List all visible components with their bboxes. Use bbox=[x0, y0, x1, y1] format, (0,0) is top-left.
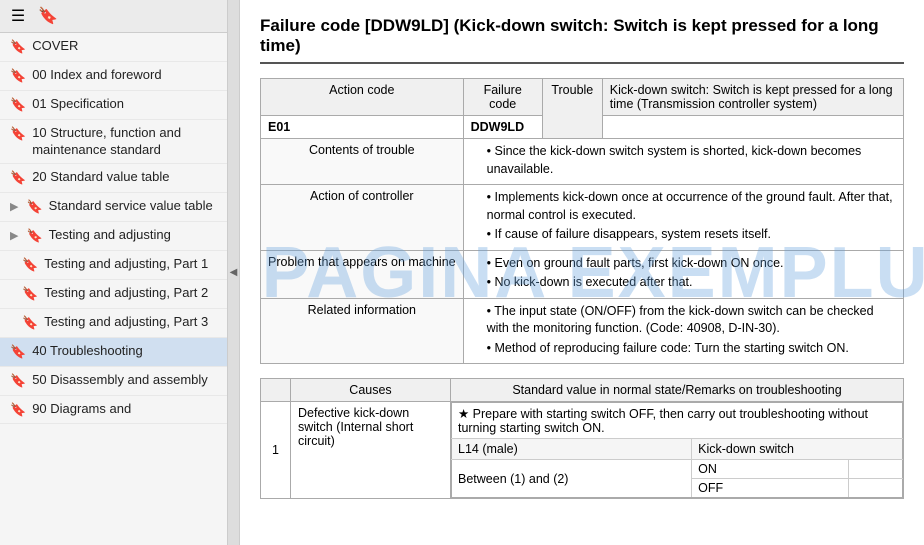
nav-bookmark-icon: 🔖 bbox=[10, 402, 26, 419]
description-placeholder bbox=[602, 116, 903, 139]
off-value bbox=[849, 479, 903, 498]
failure-code-value: DDW9LD bbox=[463, 116, 542, 139]
nav-bookmark-icon: 🔖 bbox=[10, 97, 26, 114]
sidebar-item-10-structure[interactable]: 🔖 10 Structure, function and maintenance … bbox=[0, 120, 227, 165]
sidebar-item-label: 00 Index and foreword bbox=[32, 67, 161, 84]
sidebar-item-label: COVER bbox=[32, 38, 78, 55]
sidebar-item-00-index[interactable]: 🔖 00 Index and foreword bbox=[0, 62, 227, 91]
main-content: Failure code [DDW9LD] (Kick-down switch:… bbox=[240, 0, 924, 545]
sidebar-item-testing-adj-3[interactable]: 🔖 Testing and adjusting, Part 3 bbox=[0, 309, 227, 338]
list-item: Even on ground fault parts, first kick-d… bbox=[487, 255, 896, 273]
standard-value: ★ Prepare with starting switch OFF, then… bbox=[451, 402, 904, 499]
sidebar-item-standard-service[interactable]: ▶ 🔖 Standard service value table bbox=[0, 193, 227, 222]
sidebar-item-label: Testing and adjusting, Part 3 bbox=[44, 314, 208, 331]
sidebar-item-40-troubleshooting[interactable]: 🔖 40 Troubleshooting bbox=[0, 338, 227, 367]
sidebar-item-50-disassembly[interactable]: 🔖 50 Disassembly and assembly bbox=[0, 367, 227, 396]
between-label: Between (1) and (2) bbox=[452, 460, 692, 498]
nav-bookmark-icon: 🔖 bbox=[10, 39, 26, 56]
sidebar-collapse-handle[interactable]: ◀ bbox=[228, 0, 240, 545]
causes-col-standard: Standard value in normal state/Remarks o… bbox=[451, 379, 904, 402]
row-label: Contents of trouble bbox=[261, 139, 464, 185]
nav-bookmark-icon: 🔖 bbox=[26, 228, 42, 245]
causes-table-body: 1Defective kick-down switch (Internal sh… bbox=[261, 402, 904, 499]
nav-bookmark-icon: 🔖 bbox=[22, 315, 38, 332]
col-trouble: Trouble bbox=[542, 79, 602, 139]
standard-col-connector: L14 (male) bbox=[452, 439, 692, 460]
list-item: No kick-down is executed after that. bbox=[487, 274, 896, 292]
on-label: ON bbox=[692, 460, 849, 479]
sidebar: ☰ 🔖 🔖 COVER 🔖 00 Index and foreword 🔖 01 Spec… bbox=[0, 0, 228, 545]
sidebar-item-testing-adj-2[interactable]: 🔖 Testing and adjusting, Part 2 bbox=[0, 280, 227, 309]
sidebar-item-label: 10 Structure, function and maintenance s… bbox=[32, 125, 219, 159]
nav-bookmark-icon: 🔖 bbox=[10, 126, 26, 143]
table-row: Contents of trouble Since the kick-down s… bbox=[261, 139, 904, 185]
list-item: Method of reproducing failure code: Turn… bbox=[487, 340, 896, 358]
row-label: Problem that appears on machine bbox=[261, 250, 464, 298]
nav-bookmark-icon: 🔖 bbox=[10, 373, 26, 390]
nav-bookmark-icon: 🔖 bbox=[10, 170, 26, 187]
sidebar-item-90-diagrams[interactable]: 🔖 90 Diagrams and bbox=[0, 396, 227, 425]
expand-arrow: ▶ bbox=[10, 200, 18, 214]
nav-bookmark-icon: 🔖 bbox=[22, 257, 38, 274]
action-code-value: E01 bbox=[261, 116, 464, 139]
nav-bookmark-icon: 🔖 bbox=[10, 344, 26, 361]
row-content: Since the kick-down switch system is sho… bbox=[463, 139, 903, 185]
sidebar-toolbar: ☰ 🔖 bbox=[0, 0, 227, 33]
sidebar-item-label: 01 Specification bbox=[32, 96, 124, 113]
sidebar-item-label: Testing and adjusting, Part 2 bbox=[44, 285, 208, 302]
causes-table: Causes Standard value in normal state/Re… bbox=[260, 378, 904, 499]
table-row: Problem that appears on machine Even on g… bbox=[261, 250, 904, 298]
sidebar-item-01-spec[interactable]: 🔖 01 Specification bbox=[0, 91, 227, 120]
sidebar-item-label: 50 Disassembly and assembly bbox=[32, 372, 208, 389]
off-label: OFF bbox=[692, 479, 849, 498]
sidebar-item-label: Standard service value table bbox=[49, 198, 213, 215]
standard-col-switch: Kick-down switch bbox=[692, 439, 903, 460]
cause-text: Defective kick-down switch (Internal sho… bbox=[291, 402, 451, 499]
row-label: Action of controller bbox=[261, 185, 464, 251]
info-table: Action code Failure code Trouble Kick-do… bbox=[260, 78, 904, 364]
nav-bookmark-icon: 🔖 bbox=[22, 286, 38, 303]
list-item: The input state (ON/OFF) from the kick-d… bbox=[487, 303, 896, 338]
sidebar-item-label: 20 Standard value table bbox=[32, 169, 169, 186]
info-table-body: Contents of trouble Since the kick-down s… bbox=[261, 139, 904, 364]
sidebar-item-label: 90 Diagrams and bbox=[32, 401, 131, 418]
table-row: Action of controller Implements kick-down… bbox=[261, 185, 904, 251]
col-description: Kick-down switch: Switch is kept pressed… bbox=[602, 79, 903, 116]
sidebar-item-label: Testing and adjusting bbox=[49, 227, 171, 244]
bookmark-icon[interactable]: 🔖 bbox=[36, 4, 60, 28]
row-label: Related information bbox=[261, 298, 464, 364]
row-content: The input state (ON/OFF) from the kick-d… bbox=[463, 298, 903, 364]
col-action-code: Action code bbox=[261, 79, 464, 116]
page-title: Failure code [DDW9LD] (Kick-down switch:… bbox=[260, 16, 904, 64]
sidebar-item-label: Testing and adjusting, Part 1 bbox=[44, 256, 208, 273]
sidebar-item-testing-adj[interactable]: ▶ 🔖 Testing and adjusting bbox=[0, 222, 227, 251]
cause-no: 1 bbox=[261, 402, 291, 499]
sidebar-nav: 🔖 COVER 🔖 00 Index and foreword 🔖 01 Specific… bbox=[0, 33, 227, 545]
sidebar-item-cover[interactable]: 🔖 COVER bbox=[0, 33, 227, 62]
nav-bookmark-icon: 🔖 bbox=[10, 68, 26, 85]
table-row: 1Defective kick-down switch (Internal sh… bbox=[261, 402, 904, 499]
sidebar-item-20-standard[interactable]: 🔖 20 Standard value table bbox=[0, 164, 227, 193]
on-value bbox=[849, 460, 903, 479]
table-row: Related information The input state (ON/O… bbox=[261, 298, 904, 364]
row-content: Implements kick-down once at occurrence … bbox=[463, 185, 903, 251]
col-failure-code: Failure code bbox=[463, 79, 542, 116]
sidebar-item-testing-adj-1[interactable]: 🔖 Testing and adjusting, Part 1 bbox=[0, 251, 227, 280]
expand-arrow: ▶ bbox=[10, 229, 18, 243]
causes-col-causes: Causes bbox=[291, 379, 451, 402]
list-item: Since the kick-down switch system is sho… bbox=[487, 143, 896, 178]
list-item: If cause of failure disappears, system r… bbox=[487, 226, 896, 244]
nav-bookmark-icon: 🔖 bbox=[26, 199, 42, 216]
list-item: Implements kick-down once at occurrence … bbox=[487, 189, 896, 224]
prepare-text: ★ Prepare with starting switch OFF, then… bbox=[452, 403, 903, 439]
menu-icon[interactable]: ☰ bbox=[6, 4, 30, 28]
row-content: Even on ground fault parts, first kick-d… bbox=[463, 250, 903, 298]
sidebar-item-label: 40 Troubleshooting bbox=[32, 343, 143, 360]
causes-col-no bbox=[261, 379, 291, 402]
